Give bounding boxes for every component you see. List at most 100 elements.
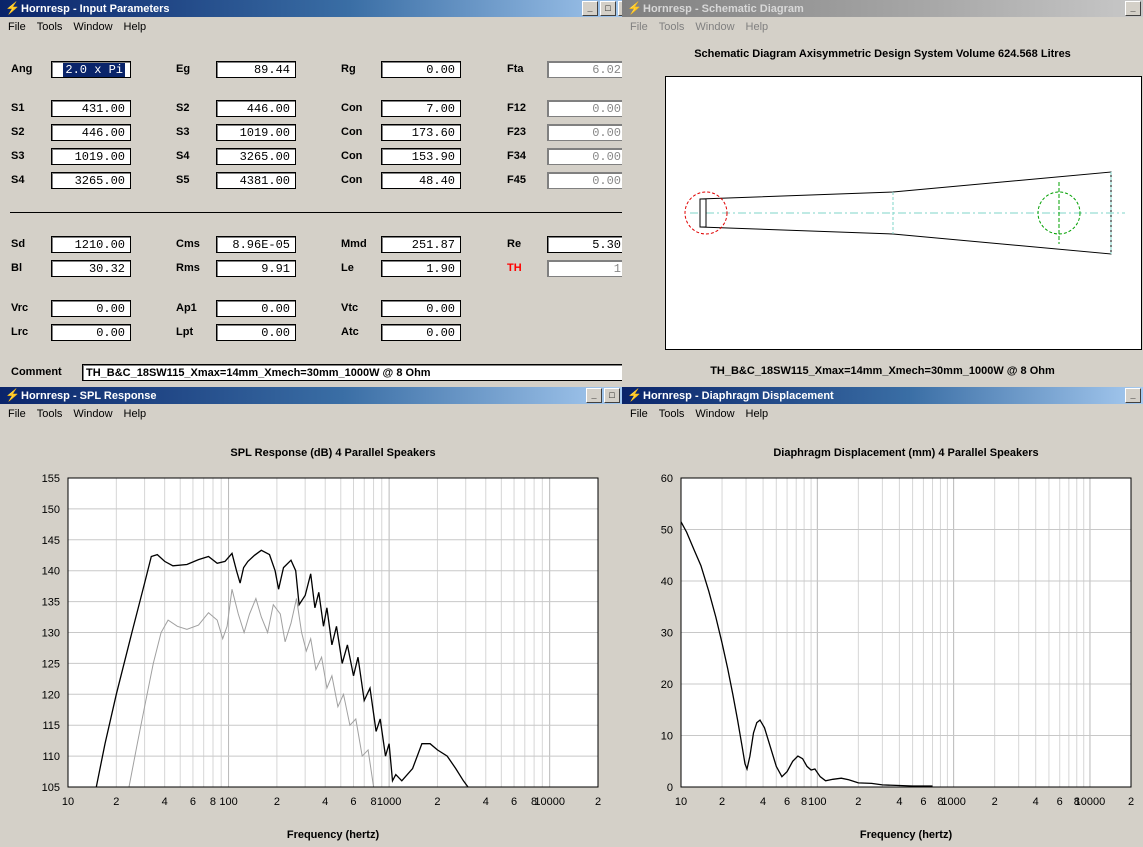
label-ap1: Ap1 (176, 302, 197, 314)
eg-field[interactable]: 89.44 (216, 61, 296, 78)
comment-field[interactable]: TH_B&C_18SW115_Xmax=14mm_Xmech=30mm_1000… (82, 364, 628, 381)
fta-field[interactable]: 6.02 (547, 61, 627, 78)
menu-window[interactable]: Window (695, 21, 734, 33)
input-title-bar[interactable]: ⚡Hornresp - Input Parameters _ □ ✕ (0, 0, 636, 17)
x-tick-label: 6 (920, 796, 926, 808)
menu-help[interactable]: Help (746, 21, 769, 33)
bl-field[interactable]: 30.32 (51, 260, 131, 277)
s4-right-field[interactable]: 3265.00 (216, 148, 296, 165)
y-tick-label: 105 (42, 782, 60, 794)
s5-right-field[interactable]: 4381.00 (216, 172, 296, 189)
con4-field[interactable]: 48.40 (381, 172, 461, 189)
menu-help[interactable]: Help (124, 21, 147, 33)
hornresp-bolt-icon: ⚡ (627, 1, 642, 15)
vrc-field[interactable]: 0.00 (51, 300, 131, 317)
x-tick-label: 2 (992, 796, 998, 808)
y-tick-label: 10 (661, 731, 673, 743)
label-mmd: Mmd (341, 238, 367, 250)
s4-field[interactable]: 3265.00 (51, 172, 131, 189)
f23-field[interactable]: 0.00 (547, 124, 627, 141)
x-tick-label: 6 (1057, 796, 1063, 808)
atc-field[interactable]: 0.00 (381, 324, 461, 341)
label-comment: Comment (11, 366, 62, 378)
f34-field[interactable]: 0.00 (547, 148, 627, 165)
lpt-field[interactable]: 0.00 (216, 324, 296, 341)
s2-right-field[interactable]: 446.00 (216, 100, 296, 117)
s2-field[interactable]: 446.00 (51, 124, 131, 141)
con3-field[interactable]: 153.90 (381, 148, 461, 165)
con2-field[interactable]: 173.60 (381, 124, 461, 141)
ang-value: 2.0 x Pi (63, 63, 125, 77)
x-tick-label: 6 (511, 796, 517, 808)
label-lpt: Lpt (176, 326, 194, 338)
x-tick-label: 4 (1033, 796, 1039, 808)
x-tick-label: 4 (760, 796, 766, 808)
s1-field[interactable]: 431.00 (51, 100, 131, 117)
rg-field[interactable]: 0.00 (381, 61, 461, 78)
label-vtc: Vtc (341, 302, 359, 314)
lrc-field[interactable]: 0.00 (51, 324, 131, 341)
input-parameters-window: ⚡Hornresp - Input Parameters _ □ ✕ File T… (0, 0, 636, 387)
mmd-field[interactable]: 251.87 (381, 236, 461, 253)
label-sd: Sd (11, 238, 26, 250)
x-tick-label: 100 (808, 796, 826, 808)
section-divider (10, 212, 628, 213)
schematic-title-bar[interactable]: ⚡Hornresp - Schematic Diagram _ (622, 0, 1143, 17)
chart-title: SPL Response (dB) 4 Parallel Speakers (230, 447, 435, 459)
x-tick-label: 4 (322, 796, 328, 808)
s3-right-field[interactable]: 1019.00 (216, 124, 296, 141)
menu-tools[interactable]: Tools (659, 21, 685, 33)
menu-file[interactable]: File (630, 21, 648, 33)
label-rg: Rg (341, 63, 356, 75)
label-s5-right: S5 (176, 174, 190, 186)
s3-field[interactable]: 1019.00 (51, 148, 131, 165)
menu-window[interactable]: Window (73, 21, 112, 33)
y-tick-label: 60 (661, 473, 673, 485)
f12-field[interactable]: 0.00 (547, 100, 627, 117)
x-tick-label: 10000 (534, 796, 565, 808)
label-le: Le (341, 262, 354, 274)
label-ang: Ang (11, 63, 33, 75)
y-tick-label: 120 (42, 689, 60, 701)
schematic-menu-bar: File Tools Window Help (622, 18, 771, 36)
y-tick-label: 30 (661, 628, 673, 640)
label-lrc: Lrc (11, 326, 29, 338)
f45-field[interactable]: 0.00 (547, 172, 627, 189)
x-tick-label: 6 (784, 796, 790, 808)
y-tick-label: 20 (661, 679, 673, 691)
y-tick-label: 115 (42, 720, 60, 732)
sd-field[interactable]: 1210.00 (51, 236, 131, 253)
label-rms: Rms (176, 262, 200, 274)
menu-tools[interactable]: Tools (37, 21, 63, 33)
menu-file[interactable]: File (8, 21, 26, 33)
label-s3: S3 (11, 150, 25, 162)
label-fta: Fta (507, 63, 524, 75)
label-s4-right: S4 (176, 150, 190, 162)
ap1-field[interactable]: 0.00 (216, 300, 296, 317)
y-tick-label: 125 (42, 658, 60, 670)
input-window-title: Hornresp - Input Parameters (21, 3, 170, 15)
x-tick-label: 10 (62, 796, 74, 808)
y-tick-label: 155 (42, 473, 60, 485)
x-tick-label: 2 (719, 796, 725, 808)
maximize-button[interactable]: □ (600, 1, 616, 16)
minimize-button[interactable]: _ (1125, 1, 1141, 16)
rms-field[interactable]: 9.91 (216, 260, 296, 277)
chart-title: Diaphragm Displacement (mm) 4 Parallel S… (773, 447, 1038, 459)
x-tick-label: 1000 (941, 796, 965, 808)
vtc-field[interactable]: 0.00 (381, 300, 461, 317)
x-tick-label: 10000 (1075, 796, 1106, 808)
minimize-button[interactable]: _ (582, 1, 598, 16)
ang-field[interactable]: 2.0 x Pi (51, 61, 131, 78)
hornresp-bolt-icon: ⚡ (5, 1, 20, 15)
le-field[interactable]: 1.90 (381, 260, 461, 277)
cms-field[interactable]: 8.96E-05 (216, 236, 296, 253)
schematic-diagram (665, 76, 1142, 350)
label-f23: F23 (507, 126, 526, 138)
th-field[interactable]: 1 (547, 260, 627, 277)
x-tick-label: 2 (434, 796, 440, 808)
label-con4: Con (341, 174, 363, 186)
re-field[interactable]: 5.30 (547, 236, 627, 253)
con1-field[interactable]: 7.00 (381, 100, 461, 117)
label-bl: Bl (11, 262, 22, 274)
